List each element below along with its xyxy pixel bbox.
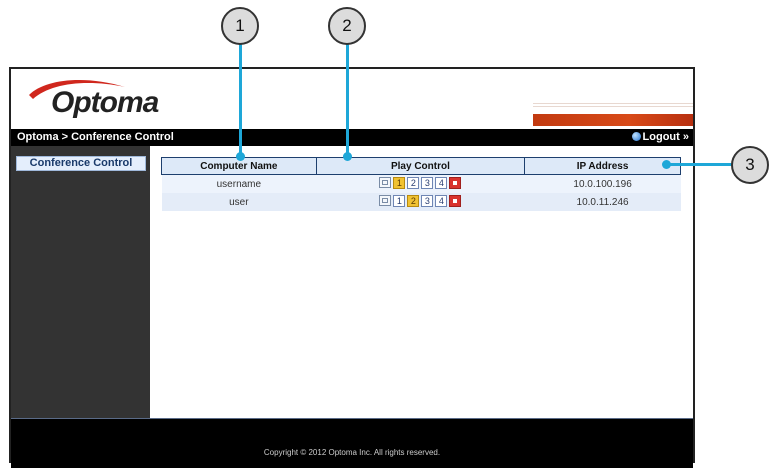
optoma-logo: Optoma [51,86,159,119]
breadcrumb: Optoma > Conference Control [17,131,174,143]
ip-address-cell: 10.0.100.196 [524,174,681,193]
callout-1-dot [236,152,245,161]
split-1-button[interactable]: 1 [393,194,406,207]
callout-2: 2 [328,7,366,45]
column-header-ip-address: IP Address [524,157,681,175]
logout-arrow-icon: » [682,131,689,143]
logo-area: Optoma [11,69,693,129]
table-row: username 1 2 3 4 10.0.100.196 [161,174,681,193]
ip-address-cell: 10.0.11.246 [524,193,681,211]
header-red-bar [533,114,693,126]
split-3-button[interactable]: 3 [421,176,434,189]
browser-frame: Optoma Optoma > Conference Control Logou… [9,67,695,468]
split-4-button[interactable]: 4 [435,194,448,207]
logout-link[interactable]: Logout » [631,131,689,143]
callout-2-dot [343,152,352,161]
header-decoration [533,101,693,107]
stop-button[interactable] [449,194,462,207]
split-4-button[interactable]: 4 [435,176,448,189]
callout-3: 3 [731,146,769,184]
footer: Copyright © 2012 Optoma Inc. All rights … [11,418,693,468]
callout-1-line [239,44,242,157]
main-content: Computer Name Play Control IP Address us… [161,157,681,211]
play-control-cell: 1 2 3 4 [316,193,525,211]
split-1-button[interactable]: 1 [393,176,406,189]
title-bar: Optoma > Conference Control Logout » [11,129,693,146]
fullscreen-button[interactable] [379,195,392,207]
split-2-button[interactable]: 2 [407,194,420,207]
split-3-button[interactable]: 3 [421,194,434,207]
callout-3-dot [662,160,671,169]
split-2-button[interactable]: 2 [407,176,420,189]
callout-1: 1 [221,7,259,45]
logout-label: Logout [642,131,680,143]
callout-2-line [346,44,349,157]
computer-name-cell: username [161,174,317,193]
sidebar: Conference Control [11,146,150,418]
callout-3-line [668,163,738,166]
stop-button[interactable] [449,176,462,189]
copyright-text: Copyright © 2012 Optoma Inc. All rights … [263,448,441,457]
sidebar-item-conference-control[interactable]: Conference Control [16,156,146,171]
conference-table: Computer Name Play Control IP Address us… [161,157,681,211]
logout-icon [631,132,641,141]
table-row: user 1 2 3 4 10.0.11.246 [161,193,681,211]
computer-name-cell: user [161,193,317,211]
play-control-cell: 1 2 3 4 [316,174,525,193]
fullscreen-button[interactable] [379,177,392,189]
